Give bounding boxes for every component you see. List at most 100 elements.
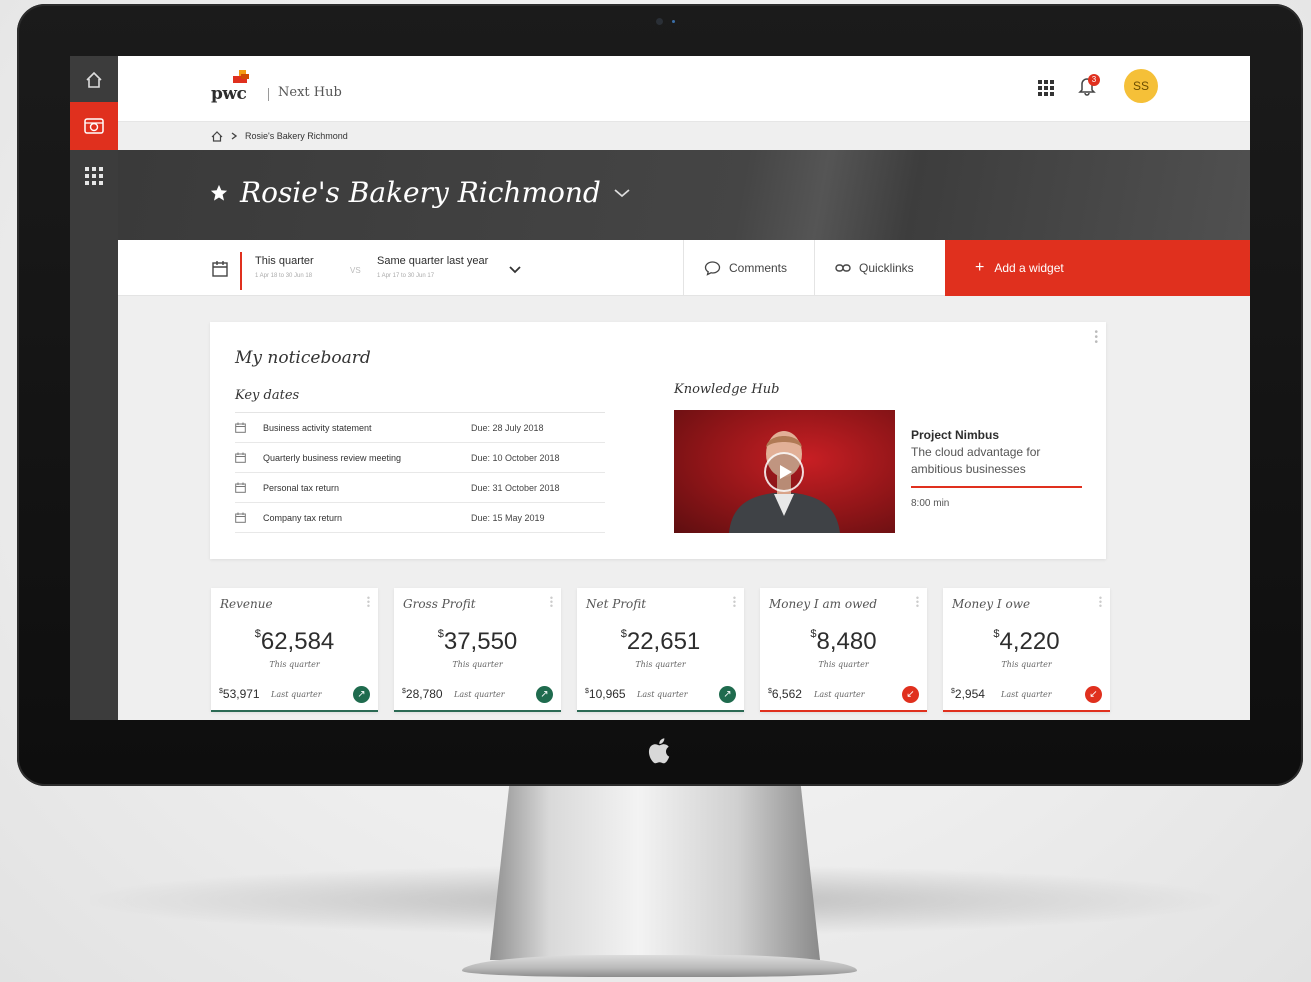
card-last-label: Last quarter — [454, 690, 505, 699]
nav-home[interactable] — [70, 56, 118, 104]
comments-button[interactable]: Comments — [683, 240, 814, 296]
card-last-label: Last quarter — [271, 690, 322, 699]
card-value-number: 37,550 — [443, 628, 518, 655]
monitor-stand — [490, 780, 820, 960]
key-date-due: Due: 31 October 2018 — [471, 482, 560, 493]
card-value: $8,480 — [760, 628, 927, 656]
quicklinks-button[interactable]: Quicklinks — [814, 240, 945, 296]
card-last-value: $28,780 — [402, 687, 443, 701]
card-value: $37,550 — [394, 628, 561, 656]
star-icon[interactable] — [210, 184, 228, 202]
card-last-value: $53,971 — [219, 687, 260, 701]
card-value: $4,220 — [943, 628, 1110, 656]
compare-select[interactable]: Same quarter last year — [377, 255, 488, 267]
card-last-number: 10,965 — [588, 687, 626, 701]
logo-text: pwc — [211, 84, 247, 104]
home-icon — [86, 71, 102, 88]
key-dates-title: Key dates — [235, 388, 300, 403]
list-item[interactable]: Personal tax return Due: 31 October 2018 — [235, 473, 605, 503]
calendar-icon — [235, 422, 263, 433]
side-nav — [70, 56, 118, 720]
video-duration: 8:00 min — [911, 498, 950, 509]
page-title: Rosie's Bakery Richmond — [240, 176, 601, 209]
chevron-down-icon[interactable] — [613, 187, 631, 199]
noticeboard-widget: • • • My noticeboard Key dates Business ac… — [210, 322, 1106, 559]
play-icon[interactable] — [764, 452, 804, 492]
trend-down-icon: ↙ — [1085, 686, 1102, 703]
metric-card-money-owed[interactable]: Money I am owed • • • $8,480 This quarter … — [760, 588, 927, 712]
card-last-value: $10,965 — [585, 687, 626, 701]
card-last-label: Last quarter — [1001, 690, 1052, 699]
list-item[interactable]: Company tax return Due: 15 May 2019 — [235, 503, 605, 533]
metric-card-money-i-owe[interactable]: Money I owe • • • $4,220 This quarter $2,9… — [943, 588, 1110, 712]
nav-dashboard[interactable] — [70, 102, 118, 150]
card-title: Gross Profit — [403, 597, 476, 611]
card-last-number: 6,562 — [771, 687, 802, 701]
list-item[interactable]: Quarterly business review meeting Due: 1… — [235, 443, 605, 473]
divider — [240, 252, 242, 290]
notification-badge: 3 — [1088, 74, 1100, 86]
card-last-label: Last quarter — [814, 690, 865, 699]
more-icon[interactable]: • • • — [916, 594, 919, 611]
more-icon[interactable]: • • • — [733, 594, 736, 611]
top-bar: pwc Next Hub 3 SS — [118, 56, 1250, 122]
calendar-icon[interactable] — [212, 260, 228, 282]
plus-icon: + — [975, 259, 985, 276]
card-title: Revenue — [220, 597, 273, 611]
dashboard-icon — [84, 118, 104, 134]
home-icon[interactable] — [211, 130, 223, 142]
card-period: This quarter — [1001, 660, 1052, 669]
key-date-due: Due: 28 July 2018 — [471, 422, 544, 433]
trend-up-icon: ↗ — [536, 686, 553, 703]
add-widget-label: Add a widget — [994, 261, 1064, 275]
key-date-name: Personal tax return — [263, 482, 340, 493]
control-bar: This quarter 1 Apr 18 to 30 Jun 18 VS Sa… — [118, 240, 1250, 296]
nav-apps[interactable] — [70, 152, 118, 200]
divider — [268, 88, 269, 101]
card-period: This quarter — [269, 660, 320, 669]
more-icon[interactable]: • • • — [1099, 594, 1102, 611]
pwc-logo[interactable]: pwc — [211, 70, 257, 110]
video-thumbnail[interactable] — [674, 410, 895, 533]
card-value: $62,584 — [211, 628, 378, 656]
vs-label: VS — [350, 266, 361, 275]
camera-icon — [656, 18, 663, 25]
app-name: Next Hub — [278, 85, 342, 100]
more-icon[interactable]: • • • — [1094, 328, 1098, 348]
card-last-number: 28,780 — [405, 687, 443, 701]
metric-card-gross-profit[interactable]: Gross Profit • • • $37,550 This quarter $2… — [394, 588, 561, 712]
divider — [911, 486, 1082, 488]
list-item[interactable]: Business activity statement Due: 28 July… — [235, 413, 605, 443]
video-title[interactable]: Project Nimbus — [911, 428, 1082, 442]
period-select[interactable]: This quarter — [255, 255, 314, 267]
apple-logo — [642, 732, 678, 768]
avatar[interactable]: SS — [1124, 69, 1158, 103]
compare-range: 1 Apr 17 to 30 Jun 17 — [377, 273, 435, 279]
card-value-number: 8,480 — [816, 628, 877, 655]
add-widget-button[interactable]: + Add a widget — [945, 240, 1250, 296]
video-info: Project Nimbus The cloud advantage for a… — [911, 428, 1082, 509]
calendar-icon — [235, 452, 263, 463]
apps-grid-icon[interactable] — [1038, 80, 1054, 101]
page-header: Rosie's Bakery Richmond — [118, 150, 1250, 240]
chevron-down-icon[interactable] — [508, 262, 522, 280]
noticeboard-title: My noticeboard — [235, 348, 371, 368]
more-icon[interactable]: • • • — [550, 594, 553, 611]
card-title: Money I am owed — [769, 597, 878, 611]
breadcrumb-current[interactable]: Rosie's Bakery Richmond — [245, 131, 348, 141]
key-date-name: Company tax return — [263, 512, 343, 523]
business-selector[interactable]: Rosie's Bakery Richmond — [210, 176, 631, 209]
apps-grid-icon — [85, 167, 103, 185]
card-period: This quarter — [452, 660, 503, 669]
key-dates-list: Business activity statement Due: 28 July… — [235, 412, 605, 533]
card-value: $22,651 — [577, 628, 744, 656]
camera-light — [672, 20, 675, 23]
metric-card-net-profit[interactable]: Net Profit • • • $22,651 This quarter $10,… — [577, 588, 744, 712]
knowledge-hub-title: Knowledge Hub — [674, 382, 780, 397]
key-date-name: Business activity statement — [263, 422, 372, 433]
metric-card-revenue[interactable]: Revenue • • • $62,584 This quarter $53,971… — [211, 588, 378, 712]
card-last-label: Last quarter — [637, 690, 688, 699]
more-icon[interactable]: • • • — [367, 594, 370, 611]
chevron-right-icon — [231, 132, 237, 140]
card-last-value: $6,562 — [768, 687, 802, 701]
